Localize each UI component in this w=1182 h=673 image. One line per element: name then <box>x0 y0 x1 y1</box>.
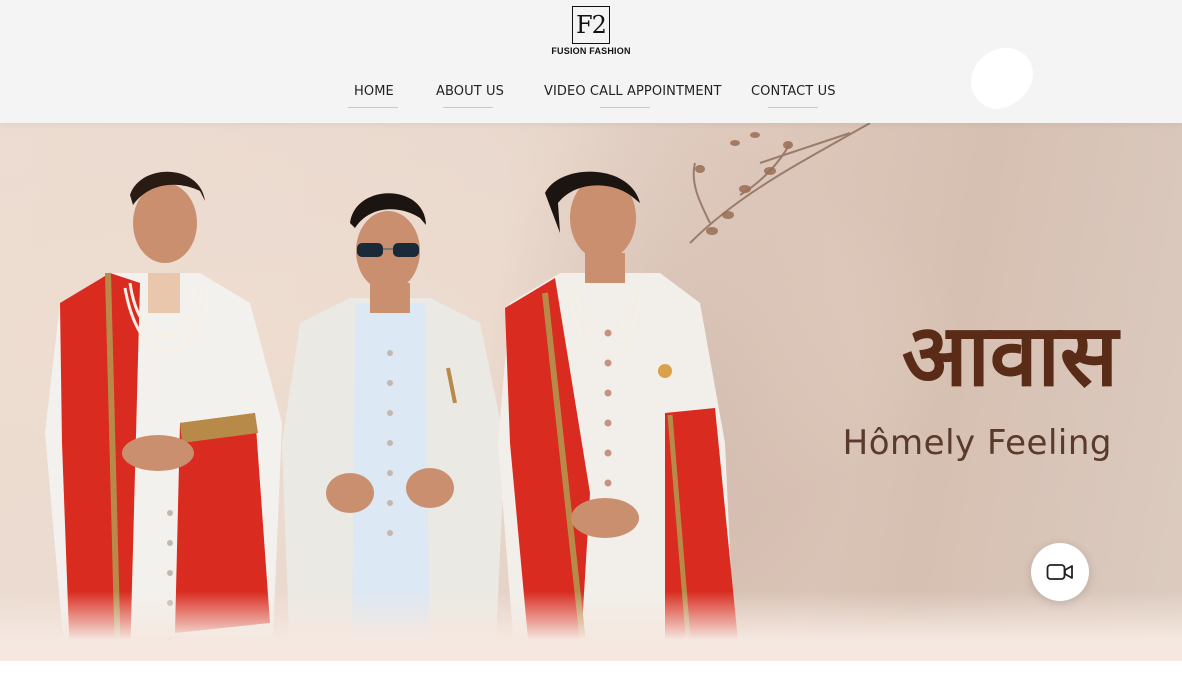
page-bottom-strip <box>0 661 1182 673</box>
model-left <box>45 171 282 661</box>
model-right <box>498 171 740 661</box>
nav-video-call-appointment[interactable]: VIDEO CALL APPOINTMENT <box>544 84 722 99</box>
site-logo[interactable]: F2 FUSION FASHION <box>548 6 634 60</box>
brand-wordmark: आवास <box>901 306 1118 406</box>
video-camera-icon <box>1046 564 1073 580</box>
nav-contact-underline <box>768 107 818 108</box>
logo-name: FUSION FASHION <box>551 46 631 56</box>
nav-about-underline <box>443 107 493 108</box>
nav-home-underline <box>348 107 398 108</box>
hero-banner: आवास Hômely Feeling <box>0 123 1182 661</box>
nav-contact-us[interactable]: CONTACT US <box>751 84 836 99</box>
branch-buds <box>695 132 793 235</box>
site-header: F2 FUSION FASHION HOME ABOUT US VIDEO CA… <box>0 0 1182 123</box>
nav-video-underline <box>600 107 650 108</box>
brand-tagline: Hômely Feeling <box>842 423 1112 463</box>
video-call-button[interactable] <box>1031 543 1089 601</box>
dried-branch-icon <box>689 123 871 244</box>
logo-mark: F2 <box>572 6 610 44</box>
nav-about-us[interactable]: ABOUT US <box>436 84 504 99</box>
nav-home[interactable]: HOME <box>354 84 394 99</box>
hero-floor <box>0 591 1182 661</box>
